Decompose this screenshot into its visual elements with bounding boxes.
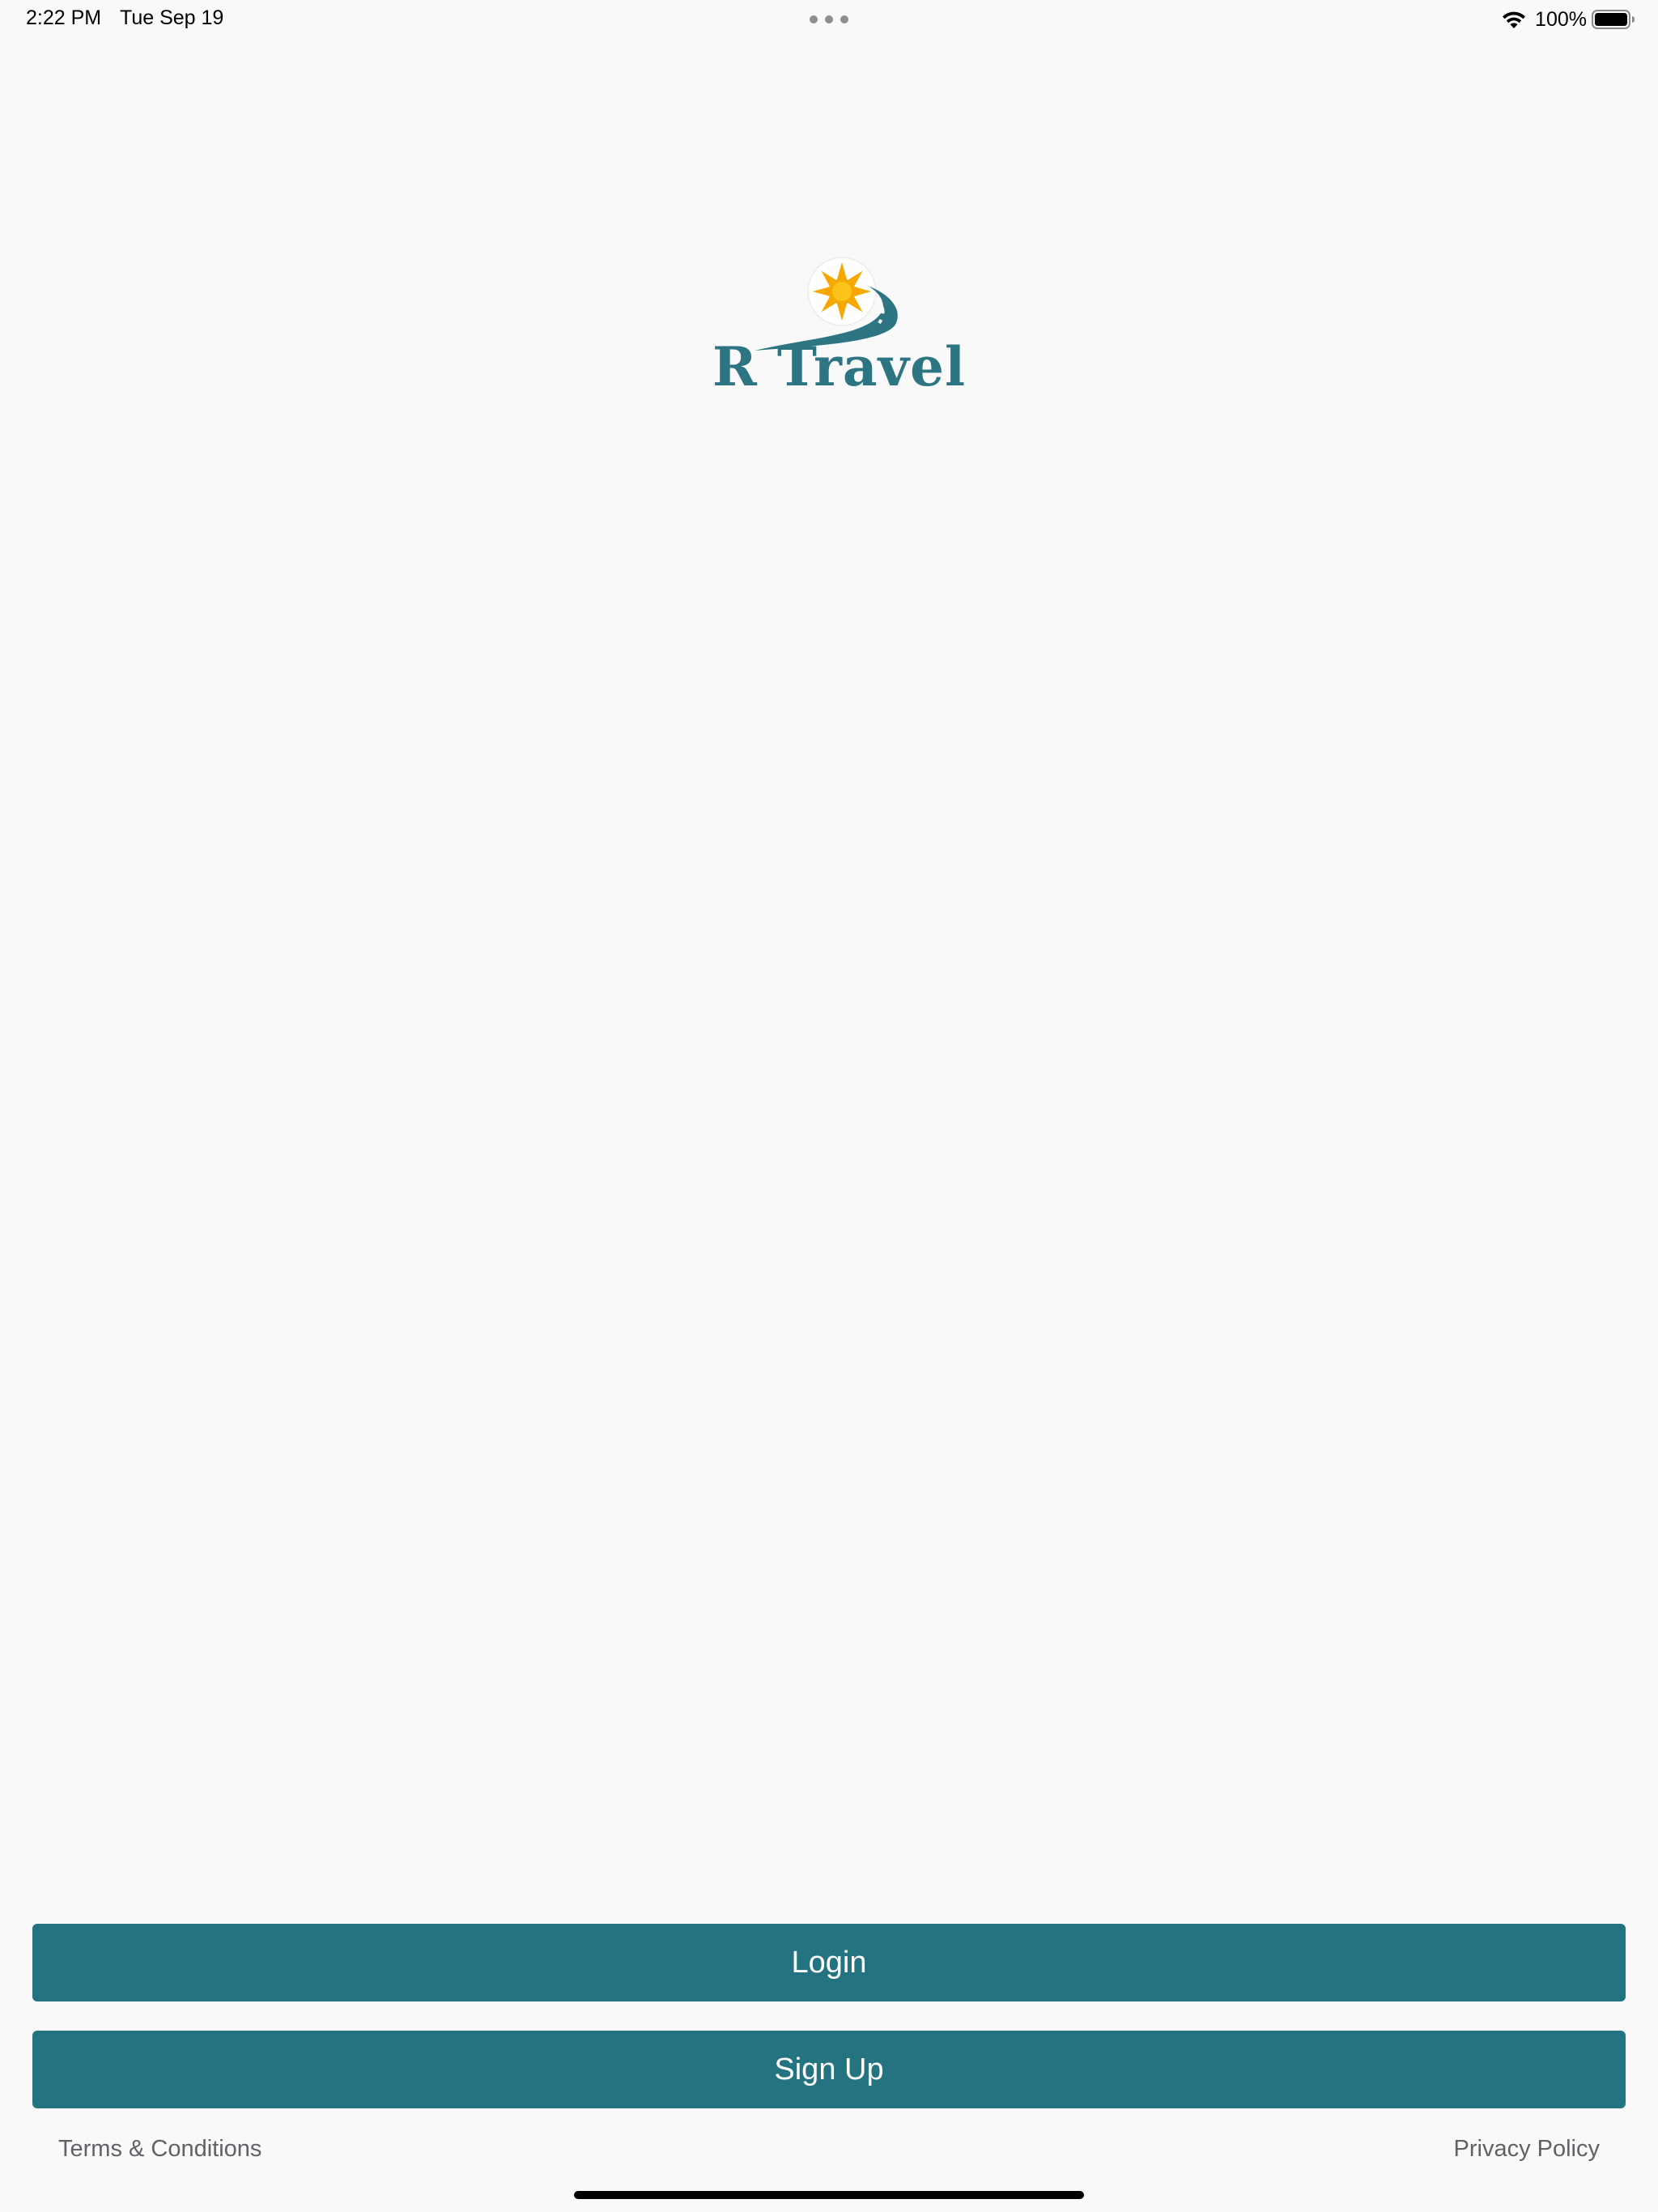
wifi-icon xyxy=(1503,11,1526,28)
terms-and-conditions-link[interactable]: Terms & Conditions xyxy=(58,2136,261,2163)
login-button[interactable]: Login xyxy=(32,1924,1626,2001)
sign-up-button[interactable]: Sign Up xyxy=(32,2031,1626,2108)
status-bar: 2:22 PM Tue Sep 19 100% xyxy=(0,0,1658,39)
status-date: Tue Sep 19 xyxy=(120,6,224,29)
home-indicator[interactable] xyxy=(574,2191,1084,2199)
welcome-screen: 2:22 PM Tue Sep 19 100% R Travel Login S… xyxy=(0,0,1658,2212)
multitask-dots-icon[interactable] xyxy=(810,15,848,24)
logo-wordmark: R Travel xyxy=(712,335,967,398)
battery-icon xyxy=(1592,10,1635,29)
battery-percentage: 100% xyxy=(1535,7,1587,31)
status-indicators: 100% xyxy=(1501,5,1635,34)
status-time: 2:22 PM xyxy=(26,6,102,29)
app-logo: R Travel xyxy=(712,247,967,409)
privacy-policy-link[interactable]: Privacy Policy xyxy=(1454,2136,1601,2163)
